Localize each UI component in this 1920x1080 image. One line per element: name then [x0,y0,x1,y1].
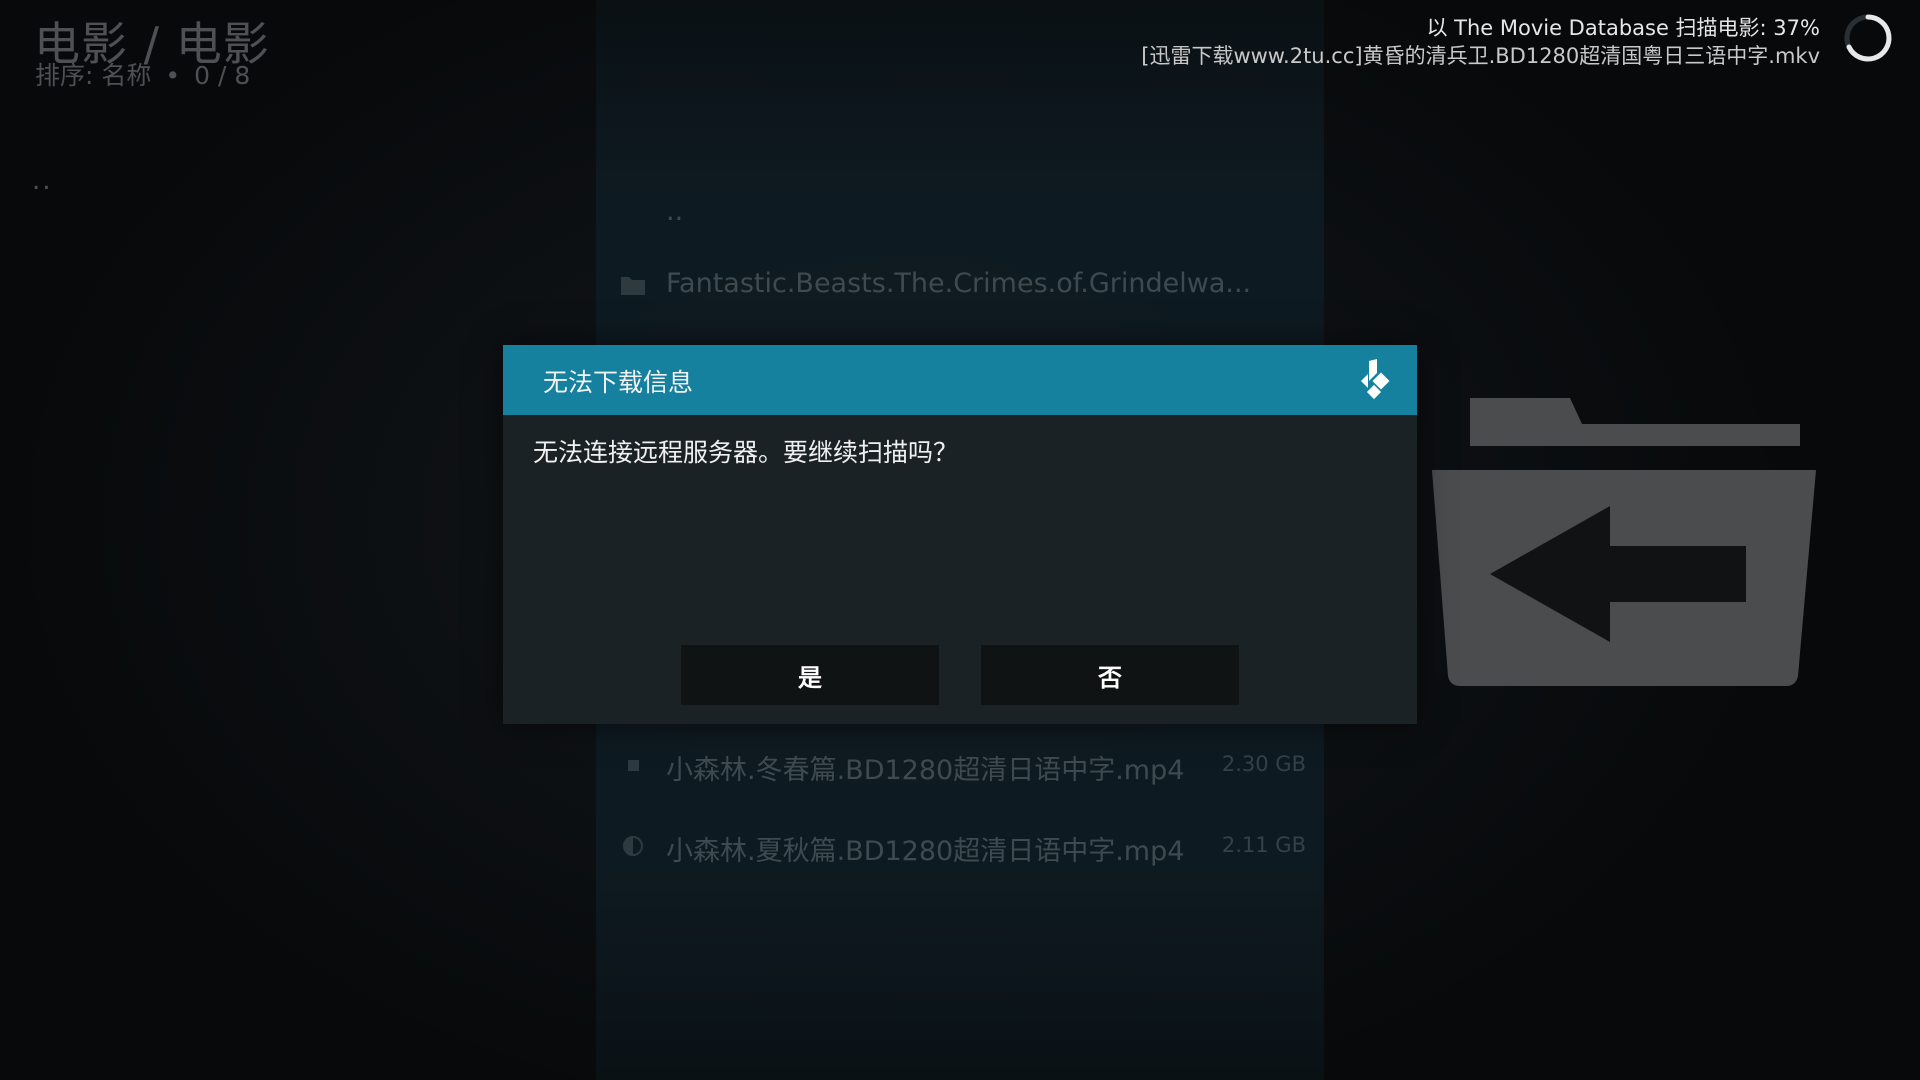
half-circle-icon [623,836,643,856]
kodi-logo-icon [1361,359,1390,400]
dialog-title: 无法下载信息 [543,368,694,397]
item-count: 0 / 8 [194,61,251,90]
list-item-label: .. [666,196,684,227]
separator-dot: • [165,61,181,90]
no-button[interactable]: 否 [981,645,1239,705]
file-size: 2.11 GB [1221,833,1306,857]
list-item-label: 小森林.冬春篇.BD1280超清日语中字.mp4 [666,755,1185,786]
square-icon [628,760,639,771]
list-item[interactable]: Fantastic.Beasts.The.Crimes.of.Grindelwa… [620,262,1320,322]
folder-icon [621,277,645,295]
file-size: 2.30 GB [1221,752,1306,776]
list-item-label: Fantastic.Beasts.The.Crimes.of.Grindelwa… [666,268,1252,299]
scan-status-text: 以 The Movie Database 扫描电影: 37% [1426,16,1820,40]
list-item[interactable]: 小森林.冬春篇.BD1280超清日语中字.mp4 2.30 GB [620,742,1320,802]
list-item-label: 小森林.夏秋篇.BD1280超清日语中字.mp4 [666,836,1185,867]
sort-label: 排序: 名称 [35,61,152,90]
dialog-message: 无法连接远程服务器。要继续扫描吗？ [533,438,959,467]
parent-folder-item[interactable]: .. [32,166,53,196]
folder-back-icon [1432,398,1816,686]
yes-button[interactable]: 是 [681,645,939,705]
sort-info: 排序: 名称 • 0 / 8 [35,56,250,92]
error-dialog: 无法下载信息 无法连接远程服务器。要继续扫描吗？ 是 否 [503,345,1417,724]
scan-current-file: [迅雷下载www.2tu.cc]黄昏的清兵卫.BD1280超清国粤日三语中字.m… [1141,44,1820,68]
dialog-header: 无法下载信息 [503,345,1417,415]
list-item[interactable]: 小森林.夏秋篇.BD1280超清日语中字.mp4 2.11 GB [620,823,1320,883]
list-item[interactable]: .. [620,190,1320,250]
busy-spinner-icon [1844,14,1892,62]
